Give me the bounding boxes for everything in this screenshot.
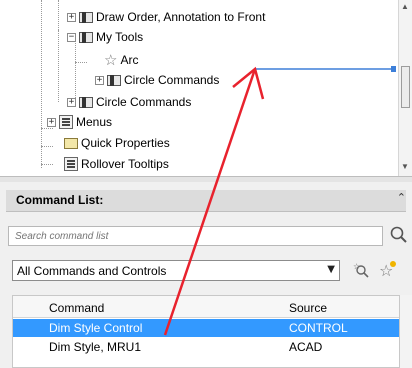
command-cell: Dim Style, MRU1	[49, 340, 142, 354]
menu-icon	[59, 115, 73, 129]
scroll-thumb[interactable]	[401, 66, 410, 108]
magnifier-icon[interactable]	[389, 225, 409, 245]
filter-value: All Commands and Controls	[17, 264, 167, 278]
tree-item-label: Circle Commands	[96, 95, 192, 109]
tree-connector	[75, 38, 76, 98]
column-header-source[interactable]: Source	[289, 301, 327, 315]
tree-scrollbar[interactable]: ▲ ▼	[398, 0, 412, 176]
tree-item-label: My Tools	[96, 30, 144, 44]
toolbar-icon	[79, 31, 93, 43]
command-list-panel: Command List: ⌃ All Commands and Control…	[0, 182, 412, 368]
tree-item-label: Draw Order, Annotation to Front	[96, 10, 266, 24]
command-cell: Dim Style Control	[49, 321, 143, 335]
command-list-title: Command List:	[16, 193, 104, 207]
svg-text:☆: ☆	[353, 262, 360, 271]
command-list-header: Command List: ⌃	[6, 190, 406, 212]
collapse-icon[interactable]: −	[67, 32, 76, 42]
tree-item-rollover-tooltips[interactable]: Rollover Tooltips	[64, 155, 169, 173]
tree-item-my-tools[interactable]: − My Tools	[67, 28, 143, 46]
table-scrollbar[interactable]	[400, 295, 412, 368]
expand-icon[interactable]: +	[47, 117, 56, 127]
table-row[interactable]: Dim Style Control CONTROL	[13, 319, 399, 337]
tree-connector	[41, 0, 42, 168]
customization-tree: + Draw Order, Annotation to Front − My T…	[0, 0, 400, 176]
tree-item-label: Menus	[76, 115, 113, 129]
tree-item-circle-commands[interactable]: + Circle Commands	[67, 93, 191, 111]
toolbar-icon	[79, 96, 93, 108]
source-cell: CONTROL	[289, 321, 348, 335]
new-command-icon[interactable]: ☆	[378, 259, 398, 279]
tree-item-draw-order[interactable]: + Draw Order, Annotation to Front	[67, 8, 265, 26]
expand-icon[interactable]: +	[95, 75, 104, 85]
command-filter-dropdown[interactable]: All Commands and Controls ▼	[12, 260, 340, 281]
tooltip-icon	[64, 157, 78, 171]
tree-item-quick-properties[interactable]: Quick Properties	[64, 134, 170, 152]
tree-item-arc[interactable]: ☆ Arc	[104, 51, 138, 69]
tree-connector	[58, 0, 59, 30]
tree-connector	[41, 164, 53, 165]
tree-connector	[75, 62, 87, 63]
table-header: Command Source	[13, 296, 399, 318]
scroll-up-icon[interactable]: ▲	[401, 2, 409, 11]
source-cell: ACAD	[289, 340, 323, 354]
scroll-down-icon[interactable]: ▼	[401, 162, 409, 171]
table-row[interactable]: Dim Style, MRU1 ACAD	[13, 338, 399, 356]
star-icon: ☆	[104, 50, 118, 69]
tree-item-label: Quick Properties	[81, 136, 170, 150]
tree-item-circle-commands-child[interactable]: + Circle Commands	[95, 71, 219, 89]
collapse-panel-icon[interactable]: ⌃	[397, 191, 406, 204]
find-command-icon[interactable]: ☆	[352, 260, 372, 280]
tree-item-menus[interactable]: + Menus	[47, 113, 112, 131]
column-header-command[interactable]: Command	[49, 301, 104, 315]
search-input[interactable]	[8, 226, 383, 246]
tree-item-label: Circle Commands	[124, 73, 220, 87]
toolbar-icon	[79, 11, 93, 23]
tree-connector	[58, 30, 59, 102]
chevron-down-icon[interactable]: ▼	[327, 264, 335, 275]
toolbar-icon	[107, 74, 121, 86]
tree-item-label: Arc	[120, 53, 139, 67]
expand-icon[interactable]: +	[67, 97, 76, 107]
folder-icon	[64, 137, 78, 149]
expand-icon[interactable]: +	[67, 12, 76, 22]
tree-connector	[41, 146, 53, 147]
tree-item-label: Rollover Tooltips	[81, 157, 169, 171]
command-table: Command Source Dim Style Control CONTROL…	[12, 295, 400, 368]
